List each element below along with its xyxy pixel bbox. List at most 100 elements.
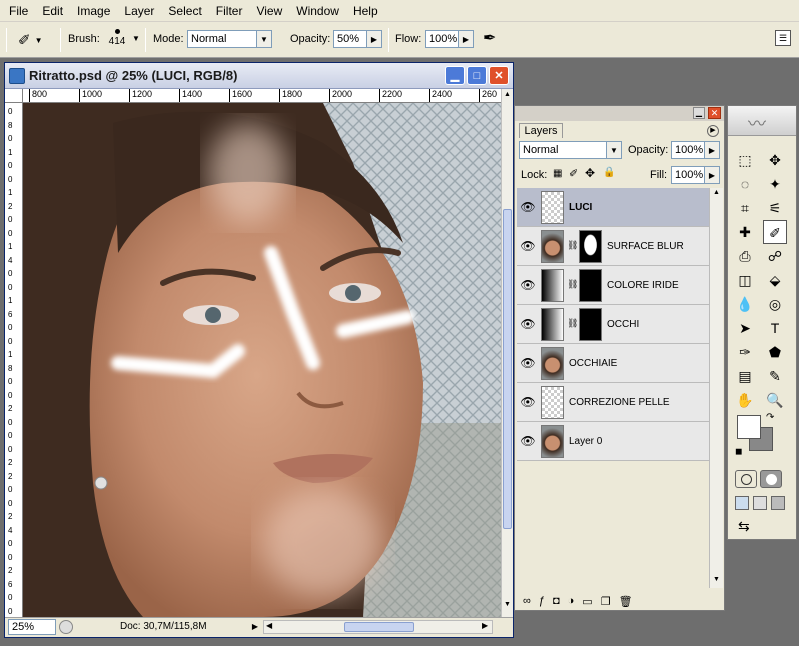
layer-row[interactable]: 👁 ⛓ COLORE IRIDE: [517, 266, 711, 305]
delete-layer-icon[interactable]: 🗑: [619, 595, 633, 608]
opacity-slider-button[interactable]: ▶: [366, 30, 382, 48]
layer-mask-thumbnail[interactable]: [579, 230, 602, 263]
flow-input[interactable]: 100%: [425, 30, 459, 48]
default-colors-icon[interactable]: ◼: [735, 446, 742, 457]
mode-dropdown-button[interactable]: ▼: [256, 30, 272, 48]
adjustment-layer-icon[interactable]: ◑: [568, 595, 575, 607]
fill-slider[interactable]: ▶: [704, 166, 720, 184]
jump-to-imageready-icon[interactable]: ⇆: [738, 518, 750, 535]
lasso-icon[interactable]: ◌: [733, 172, 757, 196]
screen-mode-menubar-icon[interactable]: [753, 496, 767, 510]
healing-icon[interactable]: ✚: [733, 220, 757, 244]
zoom-icon[interactable]: 🔍: [763, 388, 787, 412]
ruler-horizontal[interactable]: 800 1000 1200 1400 1600 1800 2000 2200 2400 260: [23, 89, 501, 103]
screen-mode-standard-icon[interactable]: [735, 496, 749, 510]
tools-header[interactable]: 〰: [728, 106, 796, 136]
horizontal-scrollbar[interactable]: ◀ ▶: [263, 620, 493, 634]
zoom-menu-icon[interactable]: [59, 620, 73, 634]
eraser-icon[interactable]: ◫: [733, 268, 757, 292]
bucket-icon[interactable]: ⬙: [763, 268, 787, 292]
menu-image[interactable]: Image: [70, 1, 117, 21]
path-select-icon[interactable]: ➤: [733, 316, 757, 340]
visibility-eye-icon[interactable]: 👁: [520, 238, 536, 254]
new-layer-icon[interactable]: ❐: [601, 595, 611, 608]
scroll-left-icon[interactable]: ◀: [266, 621, 272, 630]
eyedropper2-icon[interactable]: ✎: [763, 364, 787, 388]
layer-row[interactable]: 👁 OCCHIAIE: [517, 344, 711, 383]
move-icon[interactable]: ✥: [763, 148, 787, 172]
image-canvas[interactable]: [23, 103, 501, 617]
maximize-button[interactable]: □: [467, 66, 487, 85]
type-icon[interactable]: T: [763, 316, 787, 340]
scroll-right-icon[interactable]: ▶: [482, 621, 488, 630]
panel-menu-icon[interactable]: ▶: [707, 125, 719, 137]
menu-file[interactable]: File: [2, 1, 35, 21]
scroll-up-icon[interactable]: ▲: [713, 189, 720, 196]
ruler-corner[interactable]: [5, 89, 23, 103]
quick-mask-button[interactable]: [760, 470, 782, 488]
visibility-eye-icon[interactable]: 👁: [520, 199, 536, 215]
layer-opacity-slider[interactable]: ▶: [704, 141, 720, 159]
brush-picker[interactable]: 414: [106, 26, 128, 54]
layer-row[interactable]: 👁 Layer 0: [517, 422, 711, 461]
minimize-button[interactable]: ▁: [445, 66, 465, 85]
shape-icon[interactable]: ⬟: [763, 340, 787, 364]
vertical-scrollbar[interactable]: ▲ ▼: [501, 89, 513, 617]
mask-link-icon[interactable]: ⛓: [567, 240, 578, 251]
panel-header[interactable]: ▁ ✕: [515, 106, 724, 121]
layer-row[interactable]: 👁 LUCI: [517, 188, 711, 227]
layers-scrollbar[interactable]: ▲ ▼: [709, 188, 723, 588]
stamp-icon[interactable]: ⎙: [733, 244, 757, 268]
lock-position-icon[interactable]: ✥: [585, 166, 595, 180]
tool-preset-picker[interactable]: ✐ ▼: [18, 29, 54, 51]
marquee-icon[interactable]: ⬚: [733, 148, 757, 172]
visibility-eye-icon[interactable]: 👁: [520, 394, 536, 410]
scroll-down-icon[interactable]: ▼: [713, 576, 720, 583]
standard-mode-button[interactable]: [735, 470, 757, 488]
h-scroll-thumb[interactable]: [344, 622, 414, 632]
add-mask-icon[interactable]: ◘: [553, 595, 560, 607]
menu-filter[interactable]: Filter: [209, 1, 250, 21]
pen-icon[interactable]: ✑: [733, 340, 757, 364]
link-layers-icon[interactable]: ∞: [523, 595, 531, 607]
layer-mask-thumbnail[interactable]: [579, 308, 602, 341]
visibility-eye-icon[interactable]: 👁: [520, 355, 536, 371]
layer-row[interactable]: 👁 ⛓ SURFACE BLUR: [517, 227, 711, 266]
layer-row[interactable]: 👁 CORREZIONE PELLE: [517, 383, 711, 422]
notes-icon[interactable]: ▤: [733, 364, 757, 388]
blend-mode-dropdown[interactable]: ▼: [606, 141, 622, 159]
palette-well-icon[interactable]: ☰: [775, 30, 791, 46]
lock-all-icon[interactable]: 🔒: [603, 167, 615, 178]
layer-opacity-input[interactable]: 100%: [671, 141, 705, 159]
lock-transparency-icon[interactable]: ▦: [553, 168, 562, 179]
swap-colors-icon[interactable]: ↷: [766, 412, 774, 423]
menu-view[interactable]: View: [249, 1, 289, 21]
panel-minimize-icon[interactable]: ▁: [693, 107, 705, 119]
ruler-vertical[interactable]: 0 8 0 1 0 0 1 2 0 0 1 4 0 0 1 6 0 0 1 8 0 0 2 0 0 0 2 2 0 0 2 4 0 0 2 6 0 0: [5, 103, 23, 617]
eyedropper-icon[interactable]: ⚟: [763, 196, 787, 220]
visibility-eye-icon[interactable]: 👁: [520, 316, 536, 332]
menu-edit[interactable]: Edit: [35, 1, 70, 21]
layer-row[interactable]: 👁 ⛓ OCCHI: [517, 305, 711, 344]
layer-style-icon[interactable]: ƒ: [539, 595, 545, 607]
foreground-color-swatch[interactable]: [737, 415, 761, 439]
hand-icon[interactable]: ✋: [733, 388, 757, 412]
new-group-icon[interactable]: ▭: [582, 595, 592, 608]
menu-layer[interactable]: Layer: [117, 1, 161, 21]
opacity-input[interactable]: 50%: [333, 30, 367, 48]
status-menu-arrow-icon[interactable]: ▶: [249, 620, 261, 634]
close-button[interactable]: ✕: [489, 66, 509, 85]
scroll-down-icon[interactable]: ▼: [503, 601, 512, 613]
mode-select[interactable]: Normal: [187, 30, 257, 48]
visibility-eye-icon[interactable]: 👁: [520, 433, 536, 449]
visibility-eye-icon[interactable]: 👁: [520, 277, 536, 293]
blur-icon[interactable]: 💧: [733, 292, 757, 316]
history-brush-icon[interactable]: ☍: [763, 244, 787, 268]
magic-wand-icon[interactable]: ✦: [763, 172, 787, 196]
blend-mode-select[interactable]: Normal: [519, 141, 607, 159]
document-titlebar[interactable]: Ritratto.psd @ 25% (LUCI, RGB/8) ▁ □ ✕: [5, 63, 513, 89]
zoom-field[interactable]: 25%: [8, 619, 56, 635]
menu-select[interactable]: Select: [161, 1, 208, 21]
menu-help[interactable]: Help: [346, 1, 385, 21]
crop-icon[interactable]: ⌗: [733, 196, 757, 220]
